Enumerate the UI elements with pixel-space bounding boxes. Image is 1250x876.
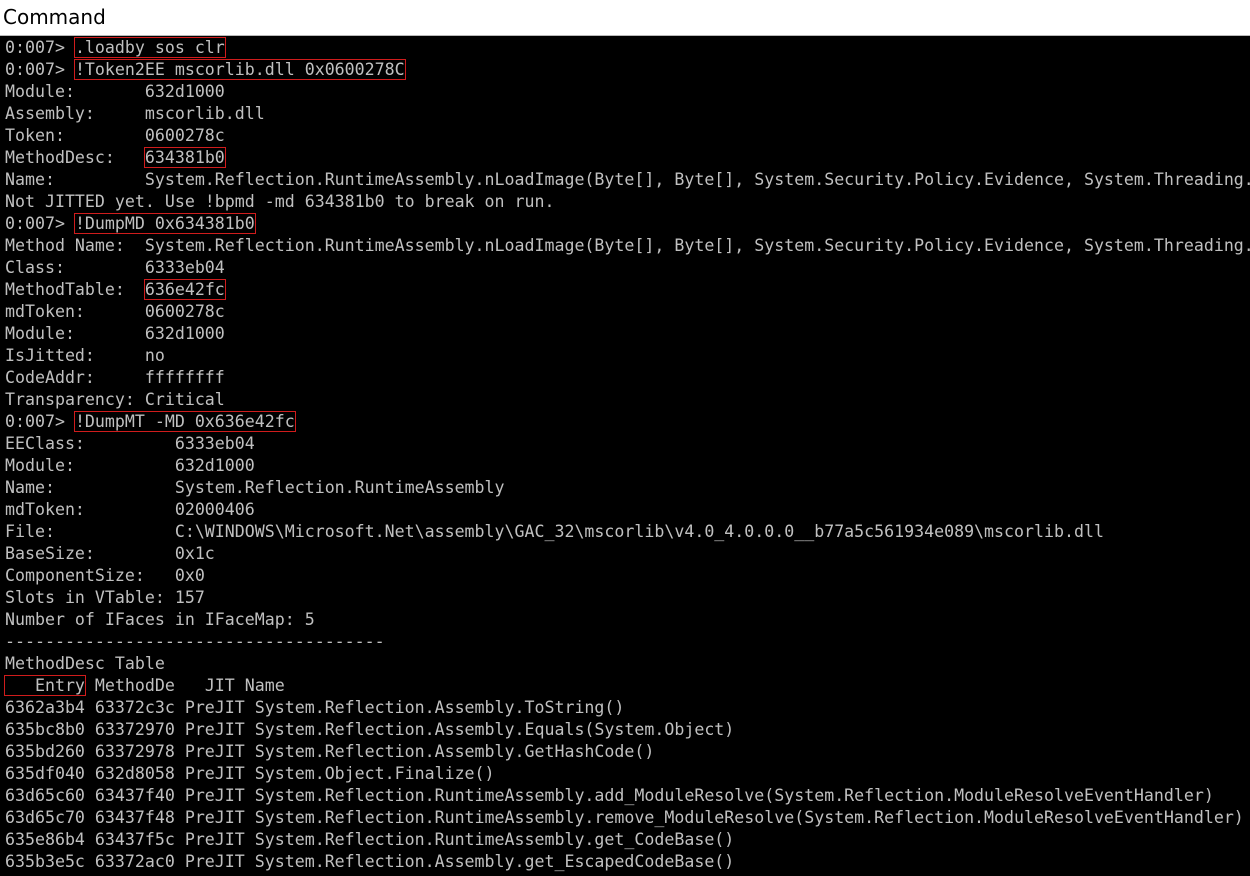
output-text: Slots in VTable: 157 — [5, 588, 205, 607]
output-line: mdToken: 0600278c — [5, 301, 225, 323]
output-line: Class: 6333eb04 — [5, 257, 225, 279]
output-line: 63d65c60 63437f40 PreJIT System.Reflecti… — [5, 785, 1214, 807]
output-line: 0:007> !Token2EE mscorlib.dll 0x0600278C — [5, 59, 406, 81]
output-line: Not JITTED yet. Use !bpmd -md 634381b0 t… — [5, 191, 554, 213]
output-line: MethodDesc Table — [5, 653, 165, 675]
output-text: ComponentSize: 0x0 — [5, 566, 205, 585]
output-line: Method Name: System.Reflection.RuntimeAs… — [5, 235, 1250, 257]
output-text: 63d65c70 63437f48 PreJIT System.Reflecti… — [5, 808, 1244, 827]
output-text: 635e86b4 63437f5c PreJIT System.Reflecti… — [5, 830, 735, 849]
output-line: Transparency: Critical — [5, 389, 225, 411]
output-text: Method Name: System.Reflection.RuntimeAs… — [5, 236, 1250, 255]
output-line: IsJitted: no — [5, 345, 165, 367]
output-text: 6362a3b4 63372c3c PreJIT System.Reflecti… — [5, 698, 625, 717]
output-line: EEClass: 6333eb04 — [5, 433, 255, 455]
command-output[interactable]: 0:007> .loadby sos clr 0:007> !Token2EE m… — [0, 37, 1250, 876]
output-text: mdToken: 0600278c — [5, 302, 225, 321]
highlighted-text: !DumpMD 0x634381b0 — [73, 213, 256, 234]
output-text: MethodDesc Table — [5, 654, 165, 673]
highlighted-text: Entry — [4, 675, 86, 696]
output-text: -------------------------------------- — [5, 632, 385, 651]
output-line: File: C:\WINDOWS\Microsoft.Net\assembly\… — [5, 521, 1104, 543]
output-line: 0:007> !DumpMT -MD 0x636e42fc — [5, 411, 296, 433]
output-text: CodeAddr: ffffffff — [5, 368, 225, 387]
output-text: 635df040 632d8058 PreJIT System.Object.F… — [5, 764, 495, 783]
output-text: File: C:\WINDOWS\Microsoft.Net\assembly\… — [5, 522, 1104, 541]
output-text: Token: 0600278c — [5, 126, 225, 145]
output-text: Class: 6333eb04 — [5, 258, 225, 277]
output-text: 63d65c60 63437f40 PreJIT System.Reflecti… — [5, 786, 1214, 805]
highlighted-text: 636e42fc — [143, 279, 226, 300]
output-line: 635df040 632d8058 PreJIT System.Object.F… — [5, 763, 495, 785]
output-line: Name: System.Reflection.RuntimeAssembly.… — [5, 169, 1250, 191]
output-text: Not JITTED yet. Use !bpmd -md 634381b0 t… — [5, 192, 555, 211]
output-line: Module: 632d1000 — [5, 81, 225, 103]
output-text: IsJitted: no — [5, 346, 165, 365]
output-text: BaseSize: 0x1c — [5, 544, 215, 563]
highlighted-text: .loadby sos clr — [73, 37, 226, 58]
output-text: 0:007> — [5, 60, 75, 79]
output-text: Assembly: mscorlib.dll — [5, 104, 265, 123]
output-text: 635bd260 63372978 PreJIT System.Reflecti… — [5, 742, 655, 761]
output-line: BaseSize: 0x1c — [5, 543, 215, 565]
highlighted-text: !Token2EE mscorlib.dll 0x0600278C — [73, 59, 406, 80]
output-line: mdToken: 02000406 — [5, 499, 255, 521]
output-line: Entry MethodDe JIT Name — [4, 675, 285, 697]
output-line: Assembly: mscorlib.dll — [5, 103, 265, 125]
highlighted-text: 634381b0 — [143, 147, 226, 168]
output-text: MethodTable: — [5, 280, 145, 299]
output-line: 635bc8b0 63372970 PreJIT System.Reflecti… — [5, 719, 734, 741]
output-line: 6362a3b4 63372c3c PreJIT System.Reflecti… — [5, 697, 624, 719]
output-text: Module: 632d1000 — [5, 456, 255, 475]
output-line: Number of IFaces in IFaceMap: 5 — [5, 609, 315, 631]
output-line: MethodTable: 636e42fc — [5, 279, 226, 301]
output-text: 0:007> — [5, 214, 75, 233]
output-text-rest: MethodDe JIT Name — [84, 676, 285, 695]
title-bar: Command — [0, 0, 1250, 36]
command-window: Command 0:007> .loadby sos clr 0:007> !To… — [0, 0, 1250, 876]
output-line: Module: 632d1000 — [5, 455, 255, 477]
output-text: 0:007> — [5, 38, 75, 57]
output-line: 635bd260 63372978 PreJIT System.Reflecti… — [5, 741, 654, 763]
output-text: mdToken: 02000406 — [5, 500, 255, 519]
output-text: EEClass: 6333eb04 — [5, 434, 255, 453]
output-text: Name: System.Reflection.RuntimeAssembly — [5, 478, 505, 497]
output-text: Module: 632d1000 — [5, 82, 225, 101]
output-line: Name: System.Reflection.RuntimeAssembly — [5, 477, 505, 499]
output-text: 635b3e5c 63372ac0 PreJIT System.Reflecti… — [5, 852, 735, 871]
output-text: 635bc8b0 63372970 PreJIT System.Reflecti… — [5, 720, 735, 739]
output-line: ComponentSize: 0x0 — [5, 565, 205, 587]
output-text: Name: System.Reflection.RuntimeAssembly.… — [5, 170, 1250, 189]
output-line: -------------------------------------- — [5, 631, 385, 653]
window-title: Command — [3, 5, 106, 29]
output-line: 635e86b4 63437f5c PreJIT System.Reflecti… — [5, 829, 734, 851]
highlighted-text: !DumpMT -MD 0x636e42fc — [73, 411, 296, 432]
output-line: Token: 0600278c — [5, 125, 225, 147]
output-text: Transparency: Critical — [5, 390, 225, 409]
output-line: Slots in VTable: 157 — [5, 587, 205, 609]
output-line: MethodDesc: 634381b0 — [5, 147, 226, 169]
output-line: CodeAddr: ffffffff — [5, 367, 225, 389]
output-text: Module: 632d1000 — [5, 324, 225, 343]
output-line: 63d65c70 63437f48 PreJIT System.Reflecti… — [5, 807, 1244, 829]
output-line: 635b3e5c 63372ac0 PreJIT System.Reflecti… — [5, 851, 734, 873]
output-line: 0:007> !DumpMD 0x634381b0 — [5, 213, 256, 235]
output-line: Module: 632d1000 — [5, 323, 225, 345]
output-text: Number of IFaces in IFaceMap: 5 — [5, 610, 315, 629]
output-line: 0:007> .loadby sos clr — [5, 37, 226, 59]
output-text: MethodDesc: — [5, 148, 145, 167]
output-text: 0:007> — [5, 412, 75, 431]
